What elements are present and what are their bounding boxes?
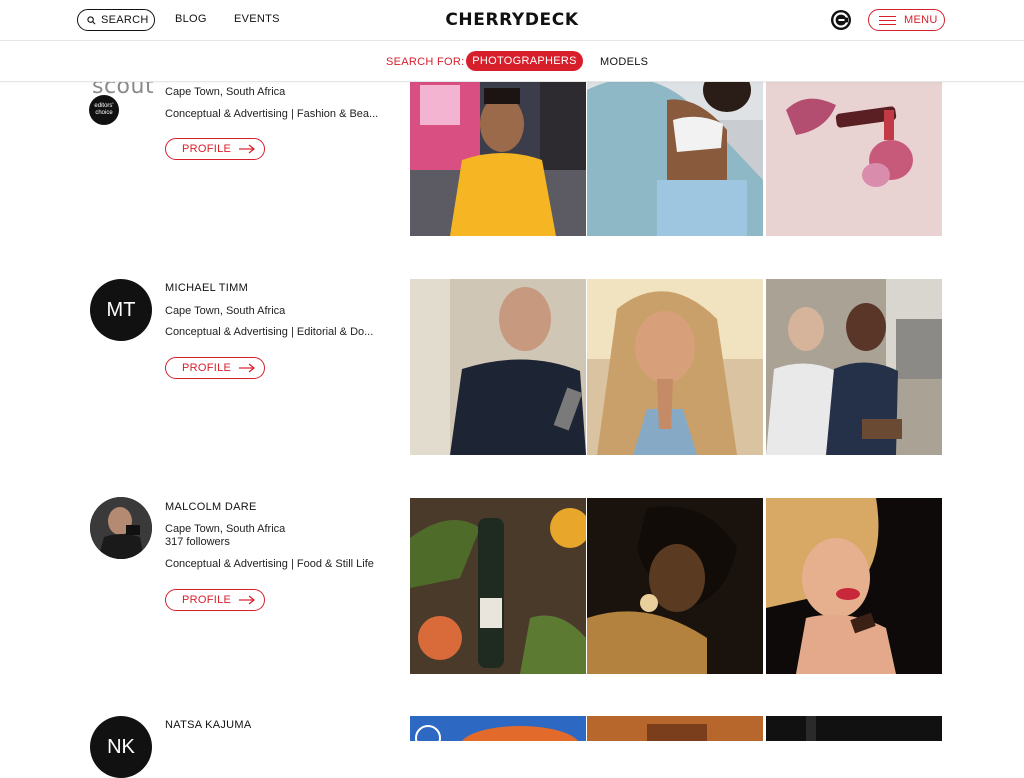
portfolio-photo[interactable]	[587, 279, 763, 455]
portfolio-photo[interactable]	[766, 498, 942, 674]
portfolio-photo[interactable]	[410, 716, 586, 741]
profile-followers: 317 followers	[165, 536, 230, 548]
avatar-photo	[90, 497, 152, 559]
portfolio-photo[interactable]	[410, 498, 586, 674]
menu-label: MENU	[904, 14, 938, 26]
profile-button[interactable]: PROFILE	[165, 357, 265, 379]
arrow-right-icon	[239, 595, 255, 605]
avatar[interactable]: NK	[90, 716, 152, 778]
menu-button[interactable]: MENU	[868, 9, 945, 31]
avatar-initials: NK	[107, 735, 135, 758]
profile-name[interactable]: MALCOLM DARE	[165, 501, 257, 513]
profile-button[interactable]: PROFILE	[165, 589, 265, 611]
profile-location: Cape Town, South Africa	[165, 86, 286, 98]
profile-name[interactable]: MICHAEL TIMM	[165, 282, 248, 294]
profile-location: Cape Town, South Africa	[165, 523, 286, 535]
avatar[interactable]: MT	[90, 279, 152, 341]
arrow-right-icon	[239, 363, 255, 373]
avatar[interactable]	[90, 497, 152, 559]
portfolio-photo[interactable]	[587, 716, 763, 741]
profile-button-label: PROFILE	[182, 362, 232, 374]
portfolio-photo[interactable]	[410, 279, 586, 455]
profile-categories: Conceptual & Advertising | Fashion & Bea…	[165, 108, 379, 120]
tab-photographers[interactable]: PHOTOGRAPHERS	[466, 51, 583, 71]
editors-choice-badge: editors' choice	[89, 95, 119, 125]
badge-label: editors' choice	[94, 103, 114, 116]
hamburger-icon	[879, 15, 896, 25]
profile-categories: Conceptual & Advertising | Editorial & D…	[165, 326, 374, 338]
profile-location: Cape Town, South Africa	[165, 305, 286, 317]
portfolio-photo[interactable]	[410, 60, 586, 236]
search-for-bar: SEARCH FOR: PHOTOGRAPHERS MODELS	[0, 41, 1024, 82]
search-for-label: SEARCH FOR:	[386, 56, 465, 68]
profile-categories: Conceptual & Advertising | Food & Still …	[165, 558, 374, 570]
profile-button[interactable]: PROFILE	[165, 138, 265, 160]
top-navigation-bar: SEARCH BLOG EVENTS CHERRYDECK MENU	[0, 0, 1024, 41]
tab-models[interactable]: MODELS	[600, 56, 648, 68]
arrow-right-icon	[239, 144, 255, 154]
profile-name[interactable]: NATSA KAJUMA	[165, 719, 252, 731]
portfolio-photo[interactable]	[766, 60, 942, 236]
portfolio-photo[interactable]	[587, 498, 763, 674]
cherrydeck-mark-icon[interactable]	[830, 9, 852, 31]
profile-button-label: PROFILE	[182, 594, 232, 606]
portfolio-photo[interactable]	[587, 60, 763, 236]
portfolio-photo[interactable]	[766, 716, 942, 741]
portfolio-photo[interactable]	[766, 279, 942, 455]
profile-button-label: PROFILE	[182, 143, 232, 155]
